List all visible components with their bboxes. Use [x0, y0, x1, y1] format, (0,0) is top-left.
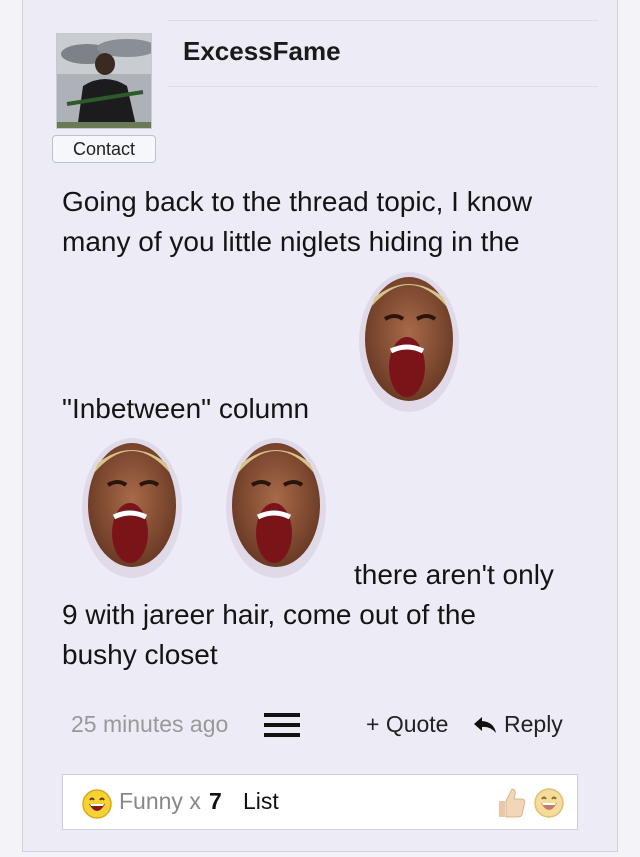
thumbs-up-icon[interactable]: [495, 785, 527, 819]
divider: [168, 20, 598, 21]
message-line: "Inbetween" column: [62, 393, 310, 424]
laughing-face-emoji: [226, 438, 326, 578]
funny-emoji-icon[interactable]: [533, 787, 565, 819]
message-line: Going back to the thread topic, I know: [62, 186, 533, 217]
reaction-list-link[interactable]: List: [243, 788, 279, 815]
menu-icon[interactable]: [264, 713, 300, 737]
reaction-label: Funny x: [119, 788, 201, 814]
laughing-face-emoji: [82, 438, 182, 578]
username[interactable]: ExcessFame: [183, 36, 341, 67]
post-timestamp[interactable]: 25 minutes ago: [71, 711, 228, 738]
reaction-count: 7: [209, 788, 222, 814]
reply-label: Reply: [504, 711, 563, 737]
reply-button[interactable]: Reply: [472, 711, 563, 738]
message-line: many of you little niglets hiding in the: [62, 226, 520, 257]
laughing-face-emoji: [359, 272, 459, 412]
divider: [168, 86, 598, 87]
message-line: there aren't only: [354, 559, 554, 590]
contact-button[interactable]: Contact: [52, 135, 156, 163]
funny-emoji-icon: [82, 789, 112, 819]
message-line: 9 with jareer hair, come out of the: [62, 599, 476, 630]
user-avatar[interactable]: [56, 33, 152, 129]
message-line: bushy closet: [62, 639, 218, 670]
reply-arrow-icon: [474, 717, 496, 733]
reactions-bar: Funny x 7 List: [62, 774, 578, 830]
quote-button[interactable]: + Quote: [366, 711, 448, 738]
